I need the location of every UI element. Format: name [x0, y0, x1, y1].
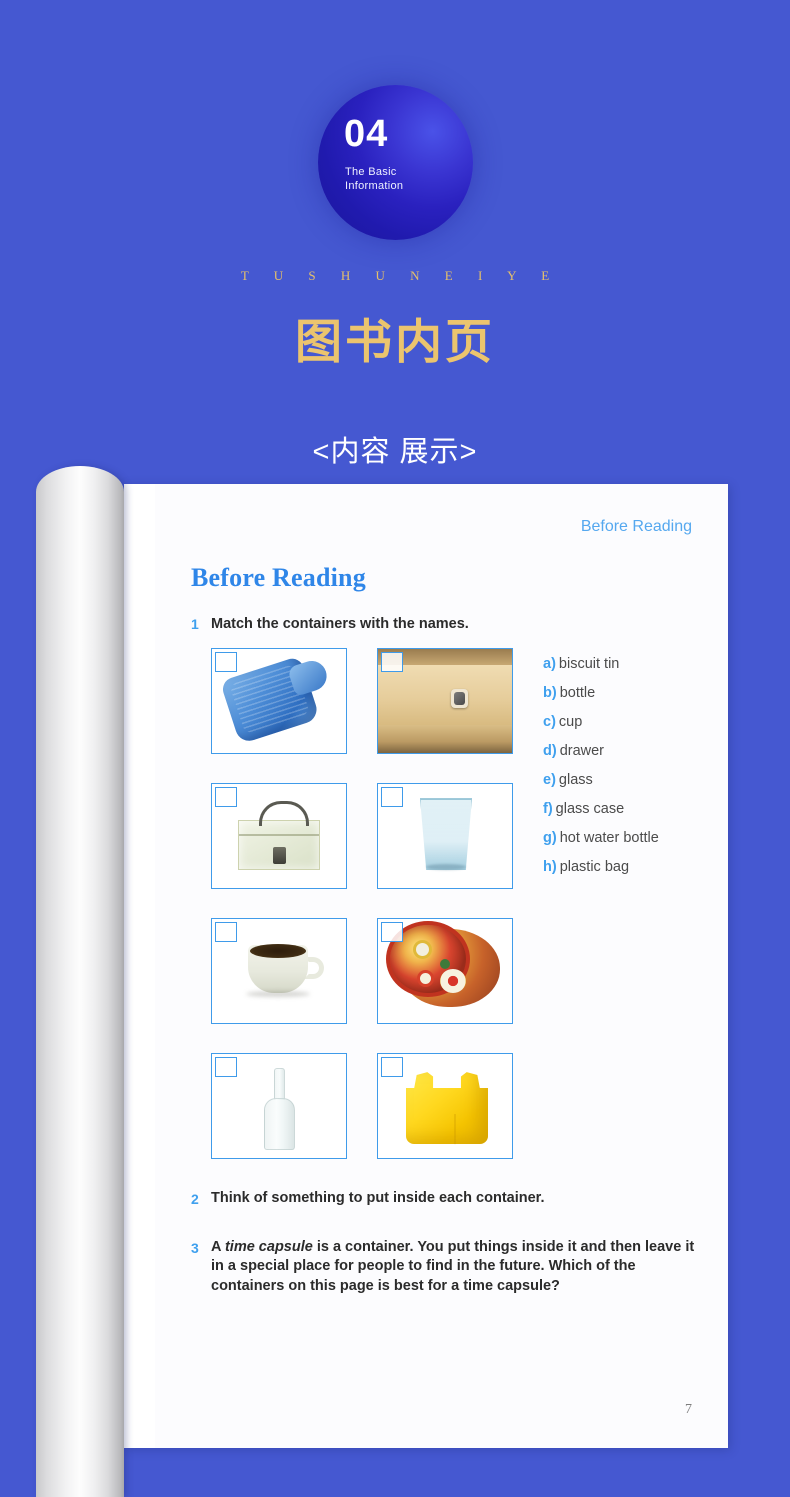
word-label-c: cup	[558, 714, 583, 731]
page-number: 7	[685, 1402, 692, 1417]
thumbnail-plastic-bag[interactable]	[377, 1053, 513, 1160]
thumbnail-bottle[interactable]	[211, 1053, 347, 1160]
word-list-item-b[interactable]: b) bottle	[543, 679, 659, 708]
latin-title: T U S H U N E I Y E	[240, 268, 561, 283]
exercise-1-number: 1	[191, 616, 199, 632]
chapter-badge: 04 The Basic Information	[318, 85, 473, 240]
promo-banner: 04 The Basic Information T U S H U N E I…	[0, 0, 790, 470]
thumbnail-cup[interactable]	[211, 918, 347, 1025]
word-label-f: glass case	[555, 801, 625, 818]
word-key-g: g)	[543, 830, 557, 847]
word-key-h: h)	[543, 859, 557, 876]
word-label-b: bottle	[559, 685, 596, 702]
book-page: Before Reading Before Reading 1 Match th…	[124, 484, 728, 1448]
answer-box-2[interactable]	[381, 652, 403, 673]
thumbnail-drawer[interactable]	[377, 648, 513, 755]
answer-box-1[interactable]	[215, 652, 237, 673]
chinese-title: 图书内页	[295, 315, 495, 368]
word-list-item-a[interactable]: a) biscuit tin	[543, 650, 659, 679]
thumbnail-glass-case[interactable]	[211, 783, 347, 890]
exercise-1-text: Match the containers with the names.	[211, 616, 469, 632]
exercise-3-text-part1: A	[211, 1239, 225, 1256]
answer-box-6[interactable]	[381, 922, 403, 943]
word-list: a) biscuit tin b) bottle c) cup d) drawer e)…	[543, 650, 659, 1159]
word-list-item-c[interactable]: c) cup	[543, 708, 659, 737]
exercise-2: 2 Think of something to put inside each …	[191, 1189, 696, 1208]
answer-box-5[interactable]	[215, 922, 237, 943]
exercise-3-number: 3	[191, 1240, 199, 1257]
word-label-a: biscuit tin	[558, 656, 620, 673]
word-key-e: e)	[543, 772, 556, 789]
word-key-b: b)	[543, 685, 557, 702]
word-label-g: hot water bottle	[559, 830, 659, 847]
word-key-c: c)	[543, 714, 556, 731]
exercise-1-body: a) biscuit tin b) bottle c) cup d) drawer e)…	[191, 648, 696, 1160]
running-header: Before Reading	[580, 518, 692, 535]
word-key-a: a)	[543, 656, 556, 673]
page-roll-decoration	[36, 466, 124, 1497]
chapter-subtitle-line1: The Basic	[345, 166, 397, 178]
chapter-number: 04	[344, 113, 389, 155]
answer-box-3[interactable]	[215, 787, 237, 808]
word-label-d: drawer	[559, 743, 605, 760]
exercise-2-number: 2	[191, 1191, 199, 1208]
word-key-f: f)	[543, 801, 553, 818]
word-list-item-d[interactable]: d) drawer	[543, 737, 659, 766]
thumbnail-glass[interactable]	[377, 783, 513, 890]
word-label-e: glass	[558, 772, 593, 789]
answer-box-7[interactable]	[215, 1057, 237, 1078]
thumbnail-hot-water-bottle[interactable]	[211, 648, 347, 755]
word-label-h: plastic bag	[559, 859, 630, 876]
exercise-3-term: time capsule	[224, 1239, 313, 1256]
exercise-2-text: Think of something to put inside each co…	[211, 1190, 545, 1207]
container-image-grid	[211, 648, 513, 1160]
word-list-item-g[interactable]: g) hot water bottle	[543, 824, 659, 853]
page-title: Before Reading	[191, 563, 366, 592]
exercise-1: 1 Match the containers with the names.	[191, 615, 696, 634]
book-page-content: Before Reading Before Reading 1 Match th…	[155, 484, 728, 1448]
thumbnail-biscuit-tin[interactable]	[377, 918, 513, 1025]
section-label: <内容 展示>	[312, 436, 478, 468]
exercise-3: 3 A time capsule is a container. You put…	[191, 1238, 696, 1295]
word-list-item-e[interactable]: e) glass	[543, 766, 659, 795]
chapter-subtitle: The Basic Information	[345, 165, 403, 193]
answer-box-4[interactable]	[381, 787, 403, 808]
answer-box-8[interactable]	[381, 1057, 403, 1078]
word-list-item-h[interactable]: h) plastic bag	[543, 853, 659, 882]
word-key-d: d)	[543, 743, 557, 760]
exercise-3-text: A time capsule is a container. You put t…	[211, 1238, 696, 1295]
chapter-subtitle-line2: Information	[345, 180, 404, 192]
word-list-item-f[interactable]: f) glass case	[543, 795, 659, 824]
